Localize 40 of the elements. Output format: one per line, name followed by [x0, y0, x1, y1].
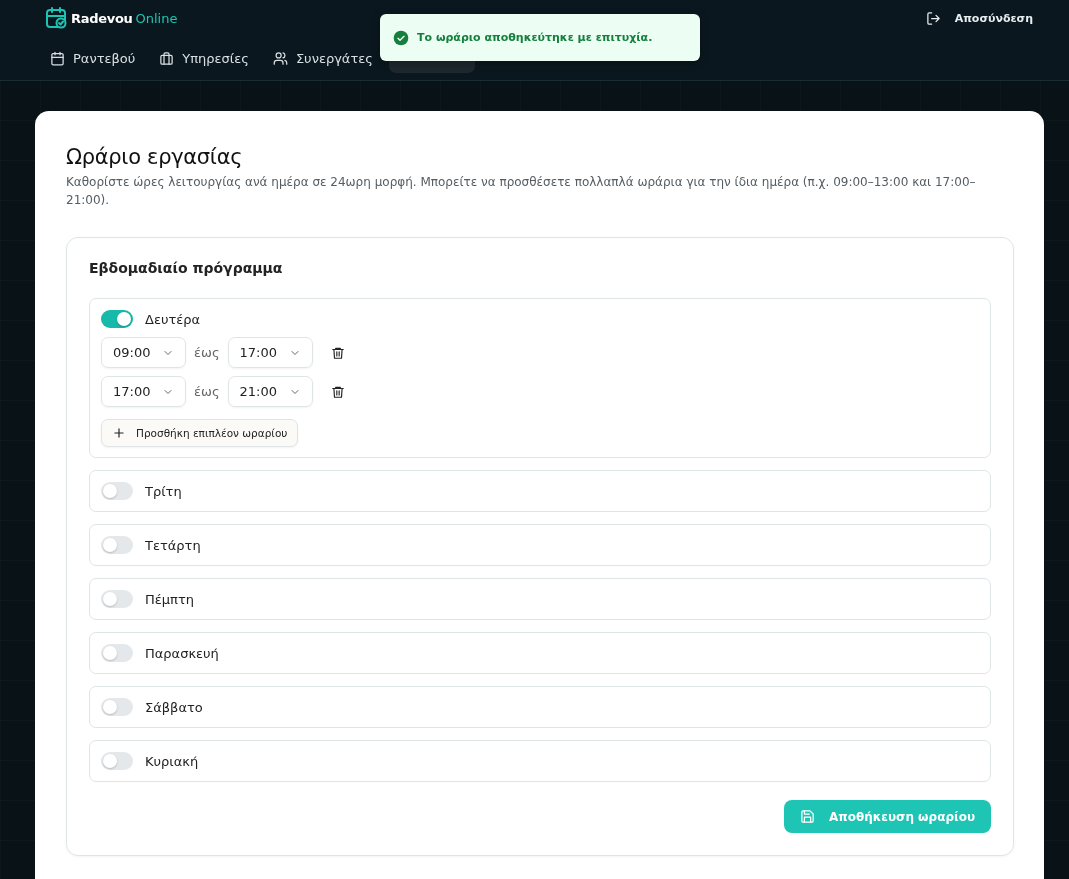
- trash-icon: [330, 345, 345, 360]
- users-icon: [272, 50, 288, 66]
- day-name: Τετάρτη: [145, 537, 201, 553]
- toast-message: Το ωράριο αποθηκεύτηκε με επιτυχία.: [417, 31, 653, 44]
- toggle-switch[interactable]: [101, 536, 133, 554]
- page-title: Ωράριο εργασίας: [66, 145, 244, 169]
- plus-icon: [112, 426, 126, 440]
- nav-tab[interactable]: Ραντεβού: [42, 43, 144, 73]
- toggle-switch[interactable]: [101, 698, 133, 716]
- toggle-switch[interactable]: [101, 310, 133, 328]
- brand-suffix: Online: [135, 10, 178, 26]
- check-circle-icon: [393, 29, 409, 46]
- day-name: Κυριακή: [145, 753, 199, 769]
- time-select[interactable]: 21:00: [227, 376, 313, 407]
- logout-button[interactable]: Αποσύνδεση: [925, 10, 1033, 26]
- nav-tab[interactable]: Υπηρεσίες: [151, 43, 257, 73]
- brand-name: Radevou: [71, 10, 133, 26]
- toggle-switch[interactable]: [101, 590, 133, 608]
- nav-tab[interactable]: Συνεργάτες: [264, 43, 381, 73]
- page-description: Καθορίστε ώρες λειτουργίας ανά ημέρα σε 24ωρη μορφή. Μπορείτε να προσθέσετε πολλαπλά ωράρια για την ίδια ημέρα (π.χ. 09:00–13:00 και 17:00–21:00).: [66, 174, 977, 209]
- day-name: Δευτέρα: [145, 311, 201, 327]
- section-title: Εβδομαδιαίο πρόγραμμα: [89, 260, 284, 276]
- logout-icon: [925, 10, 941, 26]
- day-name: Παρασκευή: [145, 645, 219, 661]
- time-select[interactable]: 17:00: [101, 376, 186, 407]
- toggle-switch[interactable]: [101, 482, 133, 500]
- separator-text: έως: [194, 345, 220, 360]
- briefcase-icon: [159, 50, 175, 66]
- add-slot-button[interactable]: Προσθήκη επιπλέον ωραρίου: [101, 419, 299, 447]
- toggle-switch[interactable]: [101, 644, 133, 662]
- time-select[interactable]: 09:00: [101, 337, 186, 368]
- calendar-check-logo-icon: [44, 6, 68, 30]
- toggle-switch[interactable]: [101, 752, 133, 770]
- separator-text: έως: [194, 384, 220, 399]
- day-name: Τρίτη: [145, 483, 182, 499]
- day-name: Πέμπτη: [145, 591, 194, 607]
- trash-icon: [330, 384, 345, 399]
- calendar-icon: [50, 50, 65, 66]
- time-select[interactable]: 17:00: [227, 337, 313, 368]
- day-name: Σάββατο: [145, 699, 203, 715]
